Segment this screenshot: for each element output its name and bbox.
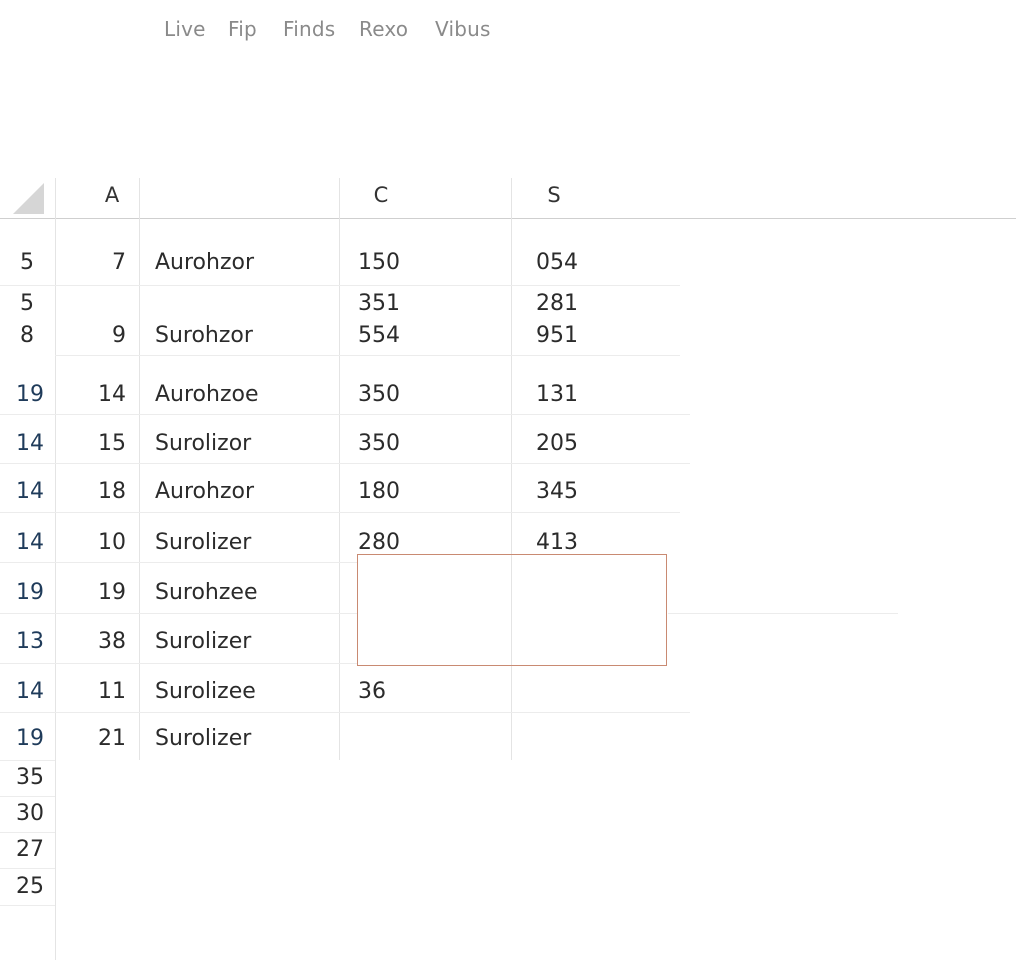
- cell-name[interactable]: Surolizee: [155, 679, 256, 705]
- row-number[interactable]: 19: [16, 580, 44, 606]
- row-number[interactable]: 25: [16, 874, 44, 900]
- row-number[interactable]: 14: [16, 530, 44, 556]
- cell-c[interactable]: 150: [358, 250, 400, 276]
- row-divider: [0, 868, 55, 869]
- cell-s[interactable]: 345: [536, 479, 578, 505]
- row-divider: [0, 463, 690, 464]
- row-divider: [0, 562, 357, 563]
- cell-c[interactable]: 36: [358, 679, 386, 705]
- cell-s[interactable]: 951: [536, 323, 578, 349]
- cell-number[interactable]: 14: [70, 382, 126, 408]
- cell-selection-box[interactable]: [357, 554, 667, 666]
- header-divider: [0, 218, 1016, 219]
- cell-name[interactable]: Surolizor: [155, 431, 251, 457]
- cell-number[interactable]: 10: [70, 530, 126, 556]
- column-divider: [139, 178, 140, 760]
- cell-c[interactable]: 350: [358, 431, 400, 457]
- column-header-a[interactable]: A: [105, 183, 119, 207]
- cell-c[interactable]: 554: [358, 323, 400, 349]
- row-divider: [0, 663, 357, 664]
- row-divider: [0, 760, 55, 761]
- row-divider: [0, 796, 55, 797]
- cell-name[interactable]: Surohzor: [155, 323, 253, 349]
- row-divider: [0, 613, 357, 614]
- cell-c[interactable]: 350: [358, 382, 400, 408]
- row-header-divider: [55, 178, 56, 960]
- column-header-row: [0, 170, 1024, 220]
- menu-item-finds[interactable]: Finds: [283, 17, 335, 41]
- cell-name[interactable]: Aurohzoe: [155, 382, 259, 408]
- cell-number[interactable]: 21: [70, 726, 126, 752]
- cell-number[interactable]: 15: [70, 431, 126, 457]
- row-number[interactable]: 30: [16, 801, 44, 827]
- cell-number[interactable]: 9: [70, 323, 126, 349]
- cell-s[interactable]: 413: [536, 530, 578, 556]
- column-divider: [339, 178, 340, 760]
- row-number[interactable]: 14: [16, 431, 44, 457]
- menu-item-vibus[interactable]: Vibus: [435, 17, 491, 41]
- row-divider: [0, 832, 55, 833]
- row-divider: [0, 285, 680, 286]
- row-number[interactable]: 35: [16, 765, 44, 791]
- cell-c[interactable]: 180: [358, 479, 400, 505]
- menu-item-rexo[interactable]: Rexo: [359, 17, 408, 41]
- cell-name[interactable]: Surolizer: [155, 629, 251, 655]
- cell-name[interactable]: Surolizer: [155, 726, 251, 752]
- cell-name[interactable]: Surohzee: [155, 580, 258, 606]
- row-number[interactable]: 14: [16, 679, 44, 705]
- menu-bar: Live Fip Finds Rexo Vibus: [0, 0, 1024, 60]
- menu-item-fip[interactable]: Fip: [228, 17, 257, 41]
- row-divider: [0, 905, 55, 906]
- column-header-s[interactable]: S: [547, 183, 560, 207]
- cell-number[interactable]: 38: [70, 629, 126, 655]
- row-number[interactable]: 13: [16, 629, 44, 655]
- cell-number[interactable]: 18: [70, 479, 126, 505]
- row-divider: [0, 414, 690, 415]
- row-number[interactable]: 19: [16, 382, 44, 408]
- cell-s[interactable]: 205: [536, 431, 578, 457]
- row-divider: [0, 712, 690, 713]
- cell-c[interactable]: 280: [358, 530, 400, 556]
- row-divider: [668, 613, 898, 614]
- row-number[interactable]: 8: [20, 323, 34, 349]
- cell-c[interactable]: 351: [358, 291, 400, 317]
- row-divider: [55, 355, 680, 356]
- row-number[interactable]: 27: [16, 837, 44, 863]
- column-header-c[interactable]: C: [374, 183, 389, 207]
- menu-item-live[interactable]: Live: [164, 17, 206, 41]
- row-divider: [0, 512, 680, 513]
- row-number[interactable]: 14: [16, 479, 44, 505]
- row-number[interactable]: 19: [16, 726, 44, 752]
- cell-name[interactable]: Aurohzor: [155, 479, 254, 505]
- cell-number[interactable]: 11: [70, 679, 126, 705]
- cell-name[interactable]: Aurohzor: [155, 250, 254, 276]
- cell-name[interactable]: Surolizer: [155, 530, 251, 556]
- row-number[interactable]: 5: [20, 291, 34, 317]
- cell-s[interactable]: 281: [536, 291, 578, 317]
- cell-s[interactable]: 131: [536, 382, 578, 408]
- select-all-corner-icon[interactable]: [13, 183, 44, 214]
- column-divider: [511, 178, 512, 760]
- row-number[interactable]: 5: [20, 250, 34, 276]
- spreadsheet-app: Live Fip Finds Rexo Vibus A C S 5 7 Auro…: [0, 0, 1024, 960]
- cell-s[interactable]: 054: [536, 250, 578, 276]
- cell-number[interactable]: 19: [70, 580, 126, 606]
- cell-number[interactable]: 7: [70, 250, 126, 276]
